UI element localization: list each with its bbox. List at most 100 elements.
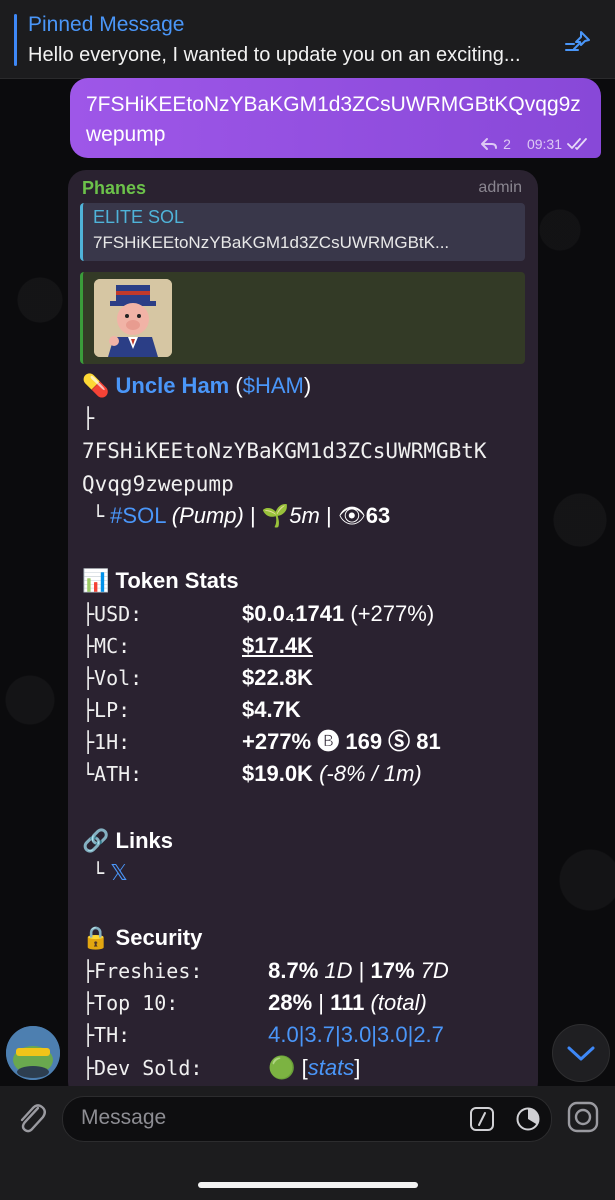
- row-prefix: └: [82, 762, 95, 786]
- double-check-icon: [567, 138, 587, 150]
- pinned-message-bar[interactable]: Pinned Message Hello everyone, I wanted …: [0, 0, 615, 79]
- message-placeholder: Message: [81, 1106, 167, 1129]
- home-indicator[interactable]: [198, 1182, 418, 1188]
- stat-row-1h: ├1H: +277% 🅑 169 Ⓢ 81: [82, 726, 441, 758]
- buy-sell-counts: 🅑 169 Ⓢ 81: [317, 729, 441, 754]
- pill-emoji: 💊: [82, 373, 110, 398]
- stat-row-mc: ├MC: $17.4K: [82, 630, 313, 662]
- freshies-1d-label: 1D: [324, 958, 353, 983]
- top-holders-links[interactable]: 4.0|3.7|3.0|3.0|2.7: [268, 1022, 444, 1047]
- sender-role: admin: [478, 179, 522, 196]
- row-prefix: ├: [82, 730, 95, 754]
- lock-emoji: 🔒: [82, 925, 110, 950]
- bracket-close: ]: [354, 1055, 361, 1080]
- stat-row-vol: ├Vol: $22.8K: [82, 662, 313, 694]
- link-preview[interactable]: [80, 272, 525, 364]
- frog-avatar-image: [6, 1026, 60, 1080]
- holder-count: 111: [330, 990, 365, 1015]
- message-input[interactable]: Message: [62, 1096, 552, 1142]
- security-row-dev-sold: ├Dev Sold: 🟢 [stats]: [82, 1052, 360, 1084]
- x-link[interactable]: 𝕏: [110, 860, 128, 885]
- token-age: 5m: [289, 503, 320, 528]
- usd-value: $0.0₄1741: [242, 601, 345, 626]
- row-prefix: ├: [82, 698, 95, 722]
- token-symbol-link[interactable]: $HAM: [243, 373, 304, 398]
- lp-value: $4.7K: [242, 697, 301, 722]
- pinned-text: Hello everyone, I wanted to update you o…: [28, 44, 521, 66]
- ath-value: $19.0K: [242, 761, 313, 786]
- reply-quote[interactable]: ELITE SOL 7FSHiKEEtoNzYBaKGM1d3ZCsUWRMGB…: [80, 203, 525, 261]
- schedule-icon[interactable]: [515, 1106, 541, 1132]
- row-label: TH:: [94, 1023, 131, 1047]
- row-label: Freshies:: [94, 959, 203, 983]
- pinned-title: Pinned Message: [28, 13, 185, 36]
- pinned-accent-bar: [14, 14, 17, 66]
- row-label: Vol:: [94, 666, 143, 690]
- row-label: Top 10:: [94, 991, 179, 1015]
- mc-value-link[interactable]: $17.4K: [242, 633, 313, 658]
- token-image[interactable]: [94, 279, 172, 357]
- security-row-top10: ├Top 10: 28% | 111 (total): [82, 987, 427, 1019]
- link-emoji: 🔗: [82, 828, 110, 853]
- freshies-7d-label: 7D: [420, 958, 449, 983]
- vol-value: $22.8K: [242, 665, 313, 690]
- row-prefix: └: [92, 861, 105, 885]
- token-name-link[interactable]: Uncle Ham: [116, 373, 230, 398]
- ath-change: (-8% / 1m): [319, 761, 422, 786]
- freshies-7d: 17%: [370, 958, 415, 983]
- dev-stats-link[interactable]: stats: [308, 1055, 354, 1080]
- row-label: USD:: [94, 602, 143, 626]
- chain-info: └ #SOL (Pump) | 🌱5m | 👁63: [92, 503, 391, 528]
- row-label: 1H:: [94, 730, 131, 754]
- pin-list-icon[interactable]: [562, 28, 594, 56]
- token-stats-title: Token Stats: [115, 568, 239, 593]
- scroll-down-button[interactable]: [552, 1024, 610, 1082]
- message-time: 09:31: [526, 136, 562, 152]
- row-prefix: ├: [82, 634, 95, 658]
- security-row-freshies: ├Freshies: 8.7% 1D | 17% 7D: [82, 955, 449, 987]
- row-prefix: ├: [82, 991, 95, 1015]
- stat-row-lp: ├LP: $4.7K: [82, 694, 301, 726]
- chart-emoji: 📊: [82, 568, 110, 593]
- sender-avatar[interactable]: [6, 1026, 60, 1080]
- pig-character-image: [94, 279, 172, 357]
- row-prefix: ├: [82, 959, 95, 983]
- usd-change: (+277%): [350, 601, 435, 626]
- bot-command-icon[interactable]: [469, 1106, 495, 1132]
- links-row: └ 𝕏: [82, 857, 128, 889]
- row-prefix: ├: [82, 602, 95, 626]
- view-count: 63: [365, 503, 391, 528]
- chain-platform: (Pump): [171, 503, 244, 528]
- sender-name[interactable]: Phanes: [82, 178, 146, 199]
- chain-tag-link[interactable]: #SOL: [110, 503, 165, 528]
- security-heading: 🔒 Security: [82, 922, 202, 954]
- separator: |: [318, 990, 325, 1015]
- reply-quote-text: 7FSHiKEEtoNzYBaKGM1d3ZCsUWRMGBtK...: [93, 233, 450, 252]
- 1h-change: +277%: [242, 729, 312, 754]
- row-label: LP:: [94, 698, 131, 722]
- freshies-1d: 8.7%: [268, 958, 319, 983]
- camera-icon[interactable]: [566, 1100, 600, 1134]
- outgoing-message-meta: 2 09:31: [480, 136, 589, 152]
- reply-count: 2: [503, 136, 511, 152]
- separator: |: [358, 958, 365, 983]
- incoming-message[interactable]: Phanes admin ELITE SOL 7FSHiKEEtoNzYBaKG…: [68, 170, 538, 1100]
- row-label: MC:: [94, 634, 131, 658]
- token-stats-heading: 📊 Token Stats: [82, 565, 239, 597]
- row-label: ATH:: [94, 762, 143, 786]
- row-prefix: ├: [82, 1023, 95, 1047]
- security-title: Security: [115, 925, 203, 950]
- paperclip-icon[interactable]: [14, 1098, 50, 1138]
- stat-row-ath: └ATH: $19.0K (-8% / 1m): [82, 758, 422, 790]
- links-title: Links: [115, 828, 173, 853]
- address-line-2[interactable]: Qvqg9zwepump: [82, 468, 234, 500]
- row-prefix: ├: [82, 666, 95, 690]
- reply-arrow-icon: [481, 138, 498, 150]
- stat-row-usd: ├USD: $0.0₄1741 (+277%): [82, 598, 434, 630]
- seedling-emoji: 🌱: [261, 503, 290, 528]
- address-line-1[interactable]: 7FSHiKEEtoNzYBaKGM1d3ZCsUWRMGBtK: [82, 435, 487, 467]
- chain-prefix: └: [92, 504, 105, 528]
- holder-count-label: (total): [370, 990, 427, 1015]
- outgoing-message[interactable]: 7FSHiKEEtoNzYBaKGM1d3ZCsUWRMGBtKQvqg9zwe…: [70, 78, 601, 158]
- security-row-th: ├TH: 4.0|3.7|3.0|3.0|2.7: [82, 1019, 444, 1051]
